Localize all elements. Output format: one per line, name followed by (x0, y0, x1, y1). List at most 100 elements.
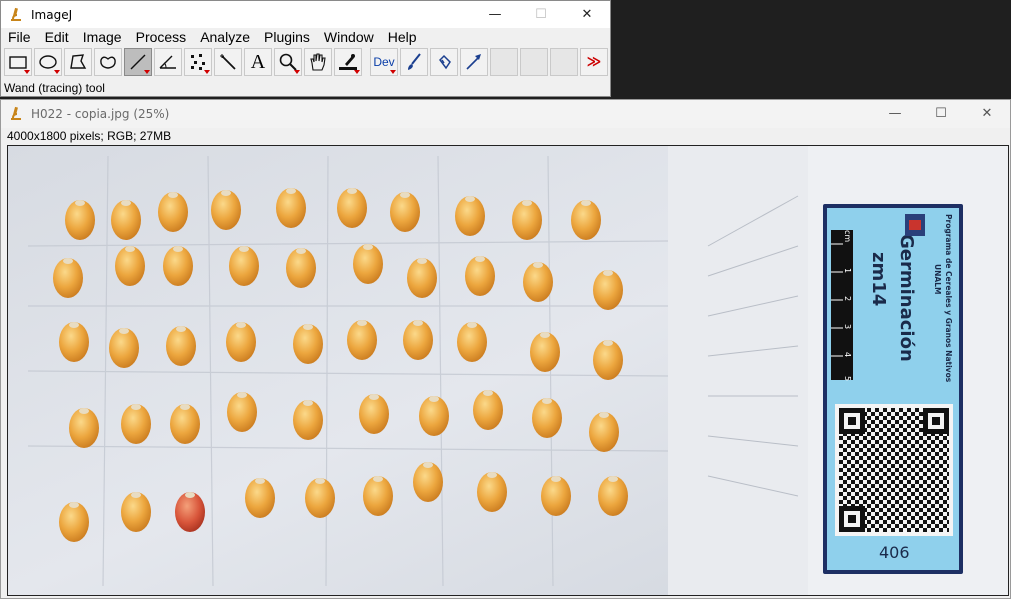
menu-window[interactable]: Window (317, 29, 381, 45)
point-tool[interactable] (184, 48, 212, 76)
image-minimize-button[interactable]: — (872, 100, 918, 127)
angle-icon (159, 55, 176, 69)
kernel-tip (221, 190, 231, 196)
minimize-icon: — (488, 7, 502, 22)
arrow-tool[interactable] (460, 48, 488, 76)
empty-slot-1 (490, 48, 518, 76)
ruler-label-1: 1 (843, 268, 852, 273)
menu-bar: File Edit Image Process Analyze Plugins … (1, 26, 610, 47)
close-icon: ✕ (981, 106, 993, 121)
kernel-tip (121, 200, 131, 206)
ruler-label-3: 3 (843, 324, 852, 329)
dev-menu-tool[interactable]: Dev (370, 48, 398, 76)
image-close-button[interactable]: ✕ (964, 100, 1010, 127)
kernel-tip (236, 322, 246, 328)
wand-tool[interactable] (214, 48, 242, 76)
label-unalm: UNALM (933, 264, 942, 294)
kernel-tip (255, 478, 265, 484)
kernel-tip (176, 326, 186, 332)
menu-help[interactable]: Help (381, 29, 424, 45)
text-tool[interactable]: A (244, 48, 272, 76)
menu-analyze[interactable]: Analyze (193, 29, 257, 45)
kernel-tip (303, 400, 313, 406)
double-chevron-icon: ≫ (586, 54, 602, 70)
kernel-tip (168, 192, 178, 198)
kernel-tip (467, 322, 477, 328)
magnifying-tool[interactable] (274, 48, 302, 76)
maximize-icon: ☐ (935, 106, 947, 121)
kernel-tip (400, 192, 410, 198)
microscope-icon (7, 6, 25, 24)
kernel-tip (369, 394, 379, 400)
image-canvas[interactable]: cm 1 2 3 4 5 Programa de Cereales y Gran… (7, 145, 1009, 596)
polygon-icon (70, 54, 87, 69)
menu-image[interactable]: Image (76, 29, 129, 45)
toolbar: A Dev ≫ (4, 48, 610, 78)
rectangle-tool[interactable] (4, 48, 32, 76)
ruler-label-4: 4 (843, 352, 852, 357)
kernel-tip (551, 476, 561, 482)
kernel-tip (119, 328, 129, 334)
kernel-tip (69, 322, 79, 328)
flood-fill-icon (439, 54, 451, 70)
angle-tool[interactable] (154, 48, 182, 76)
more-tools[interactable]: ≫ (580, 48, 608, 76)
kernel-tip (69, 502, 79, 508)
close-icon: ✕ (581, 7, 593, 22)
minimize-button[interactable]: — (472, 1, 518, 28)
kernel-tip (79, 408, 89, 414)
dev-icon: Dev (373, 55, 395, 69)
image-titlebar[interactable]: H022 - copia.jpg (25%) — ☐ ✕ (1, 100, 1010, 128)
brush-tool[interactable] (400, 48, 428, 76)
kernel-tip (185, 492, 195, 498)
close-button[interactable]: ✕ (564, 1, 610, 28)
kernel-tip (608, 476, 618, 482)
ruler-label-5: 5 (843, 376, 852, 381)
oval-tool[interactable] (34, 48, 62, 76)
wand-icon (220, 54, 236, 70)
kernel-tip (373, 476, 383, 482)
polygon-tool[interactable] (64, 48, 92, 76)
kernel-tip (483, 390, 493, 396)
arrow-icon (466, 54, 481, 70)
maximize-button: ☐ (518, 1, 564, 28)
status-bar: Wand (tracing) tool (4, 81, 105, 95)
color-picker-tool[interactable] (334, 48, 362, 76)
image-window-title: H022 - copia.jpg (25%) (31, 107, 170, 121)
kernel-tip (75, 200, 85, 206)
kernel-tip (599, 412, 609, 418)
kernel-tip (173, 246, 183, 252)
freehand-icon (100, 56, 116, 69)
kernel-tip (423, 462, 433, 468)
kernel-tip (237, 392, 247, 398)
photo: cm 1 2 3 4 5 Programa de Cereales y Gran… (8, 146, 1008, 595)
kernel-tip (581, 200, 591, 206)
brush-icon (408, 53, 421, 70)
main-window-title: ImageJ (31, 7, 73, 22)
kernel-tip (239, 246, 249, 252)
main-titlebar[interactable]: ImageJ — ☐ ✕ (1, 1, 610, 28)
menu-process[interactable]: Process (129, 29, 194, 45)
ruler-label-2: 2 (843, 296, 852, 301)
image-maximize-button[interactable]: ☐ (918, 100, 964, 127)
kernel-tip (131, 404, 141, 410)
scrolling-tool[interactable] (304, 48, 332, 76)
freehand-tool[interactable] (94, 48, 122, 76)
empty-slot-2 (520, 48, 548, 76)
label-number: 406 (879, 543, 910, 562)
ruler-label-cm: cm (843, 230, 852, 242)
kernel-tip (603, 340, 613, 346)
label-heading: Germinación (896, 234, 917, 362)
flood-fill-tool[interactable] (430, 48, 458, 76)
kernel-tip (475, 256, 485, 262)
kernel-tip (296, 248, 306, 254)
maximize-icon: ☐ (535, 7, 547, 22)
menu-file[interactable]: File (1, 29, 38, 45)
line-tool[interactable] (124, 48, 152, 76)
kernel-tip (413, 320, 423, 326)
menu-edit[interactable]: Edit (38, 29, 76, 45)
menu-plugins[interactable]: Plugins (257, 29, 317, 45)
kernel-tip (315, 478, 325, 484)
empty-slot-3 (550, 48, 578, 76)
kernel-tip (125, 246, 135, 252)
